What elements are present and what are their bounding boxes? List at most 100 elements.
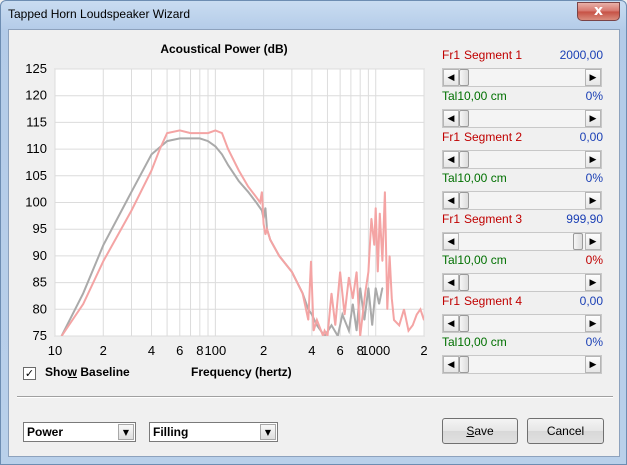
slider-thumb[interactable] [459, 315, 469, 332]
segment-tag: Fr1 [442, 294, 460, 308]
segment-value: 999,90 [566, 212, 603, 226]
arrow-left-icon[interactable]: ◀ [443, 151, 459, 168]
arrow-right-icon[interactable]: ▶ [585, 69, 601, 86]
segment-name: Segment 4 [464, 294, 523, 308]
series-power-point [373, 244, 375, 246]
chevron-down-icon[interactable]: ▼ [260, 424, 276, 440]
y-tick-label: 85 [33, 275, 47, 290]
slider-thumb[interactable] [459, 151, 469, 168]
arrow-right-icon[interactable]: ▶ [585, 233, 601, 250]
series-power-point [189, 132, 192, 134]
series-power-point [102, 260, 104, 262]
segment-tag: Fr1 [442, 130, 460, 144]
slider-thumb[interactable] [459, 274, 469, 291]
series-baseline-point [227, 164, 229, 166]
arrow-right-icon[interactable]: ▶ [585, 151, 601, 168]
series-power-point [384, 191, 386, 193]
slider-thumb[interactable] [459, 110, 469, 127]
series-baseline-point [130, 191, 133, 193]
segment-slider[interactable]: ◀ ▶ [442, 150, 602, 169]
x-tick-label: 1000 [361, 343, 390, 358]
slider-thumb[interactable] [572, 233, 583, 250]
series-power-point [179, 129, 181, 131]
series-power-point [348, 276, 350, 278]
series-power-point [82, 303, 84, 305]
arrow-right-icon[interactable]: ▶ [585, 315, 601, 332]
segment-tag: Fr1 [442, 212, 460, 226]
series-baseline-point [330, 324, 333, 326]
x-tick-label: 2 [100, 343, 107, 358]
series-baseline-point [150, 153, 153, 155]
series-power-point [159, 148, 161, 150]
arrow-right-icon[interactable]: ▶ [585, 274, 601, 291]
close-button[interactable]: x [577, 2, 620, 21]
series-power-point [310, 260, 312, 262]
arrow-right-icon[interactable]: ▶ [585, 356, 601, 373]
slider-thumb[interactable] [459, 69, 469, 86]
series-baseline-point [381, 287, 383, 289]
client-area: Acoustical Power (dB) 125 120 115 110 105 100… [8, 29, 620, 457]
filling-select-value: Filling [153, 425, 189, 439]
segment-length: 0,00 cm [464, 171, 507, 185]
arrow-left-icon[interactable]: ◀ [443, 315, 459, 332]
cancel-button[interactable]: Cancel [527, 418, 604, 444]
separator [17, 396, 613, 398]
series-power-point [130, 209, 133, 212]
arrow-right-icon[interactable]: ▶ [585, 192, 601, 209]
arrow-left-icon[interactable]: ◀ [443, 110, 459, 127]
series-power-point [391, 298, 393, 300]
show-baseline-label[interactable]: Show Baseline [45, 365, 130, 379]
arrow-left-icon[interactable]: ◀ [443, 356, 459, 373]
arrow-left-icon[interactable]: ◀ [443, 274, 459, 291]
series-baseline-point [102, 244, 104, 246]
series-baseline-point [348, 330, 350, 332]
arrow-left-icon[interactable]: ◀ [443, 233, 459, 250]
series-baseline-point [82, 292, 84, 294]
series-power-point [255, 196, 257, 198]
series-baseline-point [341, 314, 343, 316]
series-baseline-point [207, 140, 209, 142]
series-power-point [330, 292, 333, 294]
segment-value: 0% [585, 171, 603, 185]
filling-select[interactable]: Filling ▼ [149, 422, 278, 442]
series-power-point [266, 228, 268, 230]
y-tick-label: 90 [33, 248, 47, 263]
arrow-left-icon[interactable]: ◀ [443, 69, 459, 86]
segment-slider[interactable]: ◀ ▶ [442, 273, 602, 292]
segment-slider[interactable]: ◀ ▶ [442, 232, 602, 251]
series-power-point [379, 212, 381, 214]
title-bar[interactable]: Tapped Horn Loudspeaker Wizard x [1, 1, 626, 28]
x-tick-label: 2 [260, 343, 267, 358]
series-power-point [367, 271, 369, 273]
segment-slider[interactable]: ◀ ▶ [442, 109, 602, 128]
y-tick-label: 120 [25, 88, 47, 103]
segment-slider[interactable]: ◀ ▶ [442, 191, 602, 210]
view-select[interactable]: Power ▼ [23, 422, 136, 442]
series-power-point [339, 271, 341, 273]
series-power-point [313, 330, 315, 332]
segment-slider[interactable]: ◀ ▶ [442, 314, 602, 333]
series-baseline-point [221, 153, 223, 155]
y-tick-label: 105 [25, 168, 47, 183]
series-power-point [261, 191, 263, 193]
segment-tag: Tal1 [442, 89, 465, 103]
series-power-point [370, 217, 372, 220]
series-power-point [324, 330, 326, 332]
arrow-right-icon[interactable]: ▶ [585, 110, 601, 127]
show-baseline-checkbox[interactable]: ✓ [23, 367, 36, 380]
chevron-down-icon[interactable]: ▼ [118, 424, 134, 440]
arrow-left-icon[interactable]: ◀ [443, 192, 459, 209]
slider-thumb[interactable] [459, 356, 469, 373]
slider-thumb[interactable] [459, 192, 469, 209]
series-baseline-point [247, 191, 249, 193]
save-button[interactable]: Save [442, 418, 518, 444]
segment-length: 0,00 cm [464, 253, 507, 267]
segment-slider[interactable]: ◀ ▶ [442, 355, 602, 374]
segment-slider[interactable]: ◀ ▶ [442, 68, 602, 87]
segment-name: Segment 2 [464, 130, 523, 144]
series-baseline-point [166, 140, 168, 142]
series-power-point [291, 271, 293, 273]
y-tick-label: 100 [25, 195, 47, 210]
series-baseline-point [375, 287, 377, 289]
series-power-point [356, 271, 358, 273]
